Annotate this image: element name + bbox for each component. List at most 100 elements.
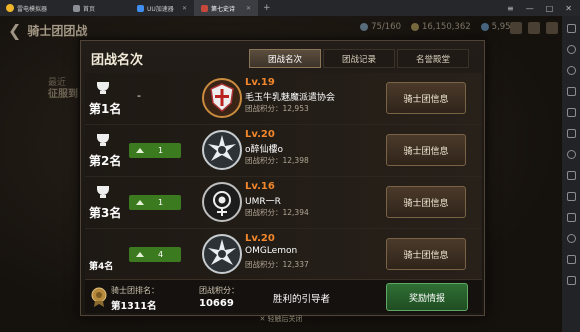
star-emblem-icon [202, 130, 242, 170]
emulator-sidebar [562, 16, 580, 332]
panel-tabs: 团战名次 团战记录 名誉殿堂 [249, 49, 469, 68]
trophy-icon [97, 186, 109, 199]
menu-icon[interactable]: ≡ [507, 4, 514, 13]
trophy-icon [97, 82, 109, 95]
tab-uu-label: UU加速器 [147, 5, 174, 13]
guild-name: o醉仙樓o [245, 145, 284, 155]
tab-war-records[interactable]: 团战记录 [323, 49, 395, 68]
guild-info-button[interactable]: 骑士团信息 [386, 134, 466, 166]
guild-rank-label: 骑士团排名： [111, 286, 159, 295]
guild-name: 毛玉牛乳魅魔派遣协会 [245, 93, 336, 103]
guild-score-label: 团战积分： [199, 286, 239, 295]
emulator-app-name: 雷电模拟器 [17, 5, 48, 13]
guild-score: 团战积分：12,953 [245, 104, 309, 113]
background-line: 征服到 [48, 89, 78, 100]
record-icon[interactable] [566, 129, 576, 138]
guild-name: UMR一R [245, 197, 281, 207]
guild-title: 胜利的引导者 [273, 294, 331, 305]
guild-name: OMGLemon [245, 246, 298, 256]
home-icon[interactable] [566, 255, 576, 264]
ranking-panel: 团战名次 团战名次 团战记录 名誉殿堂 第1名 - Lv.19 毛玉牛乳魅魔派遣… [80, 40, 485, 316]
minimize-icon[interactable]: — [526, 4, 534, 13]
guild-info-button[interactable]: 骑士团信息 [386, 238, 466, 270]
ranking-row: 第3名 1 Lv.16 UMR一R 团战积分：12,394 骑士团信息 [85, 177, 482, 229]
rank-column: 第3名 1 [85, 177, 195, 229]
home-icon[interactable] [528, 22, 540, 34]
tab-hall-of-fame[interactable]: 名誉殿堂 [397, 49, 469, 68]
tap-to-close-hint[interactable]: ✕ 轻触后关闭 [0, 314, 562, 324]
folder-icon[interactable] [566, 192, 576, 201]
game-icon [201, 4, 208, 12]
gift-icon[interactable] [510, 22, 522, 34]
guild-info-button[interactable]: 骑士团信息 [386, 186, 466, 218]
guild-score: 团战积分：12,337 [245, 260, 309, 269]
home-icon [73, 4, 80, 12]
ranking-list[interactable]: 第1名 - Lv.19 毛玉牛乳魅魔派遣协会 团战积分：12,953 骑士团信息 [85, 73, 482, 281]
close-icon[interactable]: ✕ [565, 4, 572, 13]
tab-war-ranking[interactable]: 团战名次 [249, 49, 321, 68]
install-apk-icon[interactable] [566, 171, 576, 180]
gold-value: 16,150,362 [421, 22, 471, 32]
add-tab-button[interactable]: + [258, 3, 276, 13]
rank-change: - [137, 89, 141, 102]
stamina-resource: 75/160 [360, 22, 401, 32]
rank-label: 第3名 [89, 206, 122, 220]
fullscreen-icon[interactable] [566, 108, 576, 117]
emulator-logo-icon [6, 4, 14, 12]
tab-home-label: 首页 [83, 5, 96, 13]
window-controls: ≡ — □ ✕ [507, 4, 580, 13]
rank-change-badge: 1 [129, 195, 181, 210]
rank-column: 第2名 1 [85, 125, 195, 177]
rank-change-badge: 4 [129, 247, 181, 262]
rank-label: 第1名 [89, 102, 122, 116]
star-emblem-icon [202, 234, 242, 274]
emulator-logo: 雷电模拟器 [0, 4, 66, 13]
rank-change-value: 1 [158, 198, 164, 207]
guild-score: 团战积分：12,394 [245, 208, 309, 217]
panel-title: 团战名次 [91, 53, 144, 68]
stamina-value: 75/160 [371, 22, 401, 32]
rank-label: 第4名 [89, 262, 114, 272]
ranking-row: 第2名 1 Lv.20 o醉仙樓o 团战积分：12,398 骑士团信息 [85, 125, 482, 177]
background-line: 最近 [48, 78, 67, 88]
rank-column: 第1名 - [85, 73, 195, 125]
maximize-icon[interactable]: □ [546, 4, 554, 13]
rank-column: 第4名 4 [85, 229, 195, 281]
sync-icon[interactable] [566, 150, 576, 159]
volume-up-icon[interactable] [566, 45, 576, 54]
reward-info-button[interactable]: 奖励情报 [386, 283, 468, 311]
emulator-titlebar: 雷电模拟器 首页 UU加速器 ✕ 第七史诗 ✕ + ≡ — □ ✕ [0, 0, 580, 16]
crystal-icon [480, 23, 489, 31]
rank-label: 第2名 [89, 154, 122, 168]
rank-change-value: 1 [158, 146, 164, 155]
more-icon[interactable] [566, 213, 576, 222]
medal-icon [91, 287, 107, 307]
back-icon[interactable] [566, 234, 576, 243]
background-info: 最近 征服到 [48, 78, 78, 100]
arrow-up-icon [136, 200, 144, 205]
guild-level: Lv.20 [245, 233, 275, 244]
guild-score-value: 10669 [199, 298, 234, 309]
rank-change-value: 4 [158, 250, 164, 259]
arrow-up-icon [136, 148, 144, 153]
guild-rank-value: 第1311名 [111, 301, 157, 312]
tab-game-label: 第七史诗 [211, 5, 236, 13]
guild-score: 团战积分：12,398 [245, 156, 309, 165]
keyboard-icon[interactable] [566, 24, 576, 33]
tab-uu-accelerator[interactable]: UU加速器 ✕ [130, 0, 194, 16]
close-tab-icon[interactable]: ✕ [246, 5, 251, 12]
screenshot-icon[interactable] [566, 87, 576, 96]
tab-epic-seven[interactable]: 第七史诗 ✕ [194, 0, 258, 16]
gold-icon [410, 23, 419, 31]
gold-resource: 16,150,362 [410, 22, 471, 32]
ranking-row: 第1名 - Lv.19 毛玉牛乳魅魔派遣协会 团战积分：12,953 骑士团信息 [85, 73, 482, 125]
volume-down-icon[interactable] [566, 66, 576, 75]
close-tab-icon[interactable]: ✕ [182, 5, 187, 12]
recent-apps-icon[interactable] [566, 276, 576, 285]
shield-emblem-icon [202, 78, 242, 118]
tab-home[interactable]: 首页 [66, 0, 130, 16]
guild-info-button[interactable]: 骑士团信息 [386, 82, 466, 114]
settings-icon[interactable] [546, 22, 558, 34]
back-arrow-icon[interactable]: ❮ [8, 21, 21, 40]
stamina-icon [360, 23, 369, 31]
